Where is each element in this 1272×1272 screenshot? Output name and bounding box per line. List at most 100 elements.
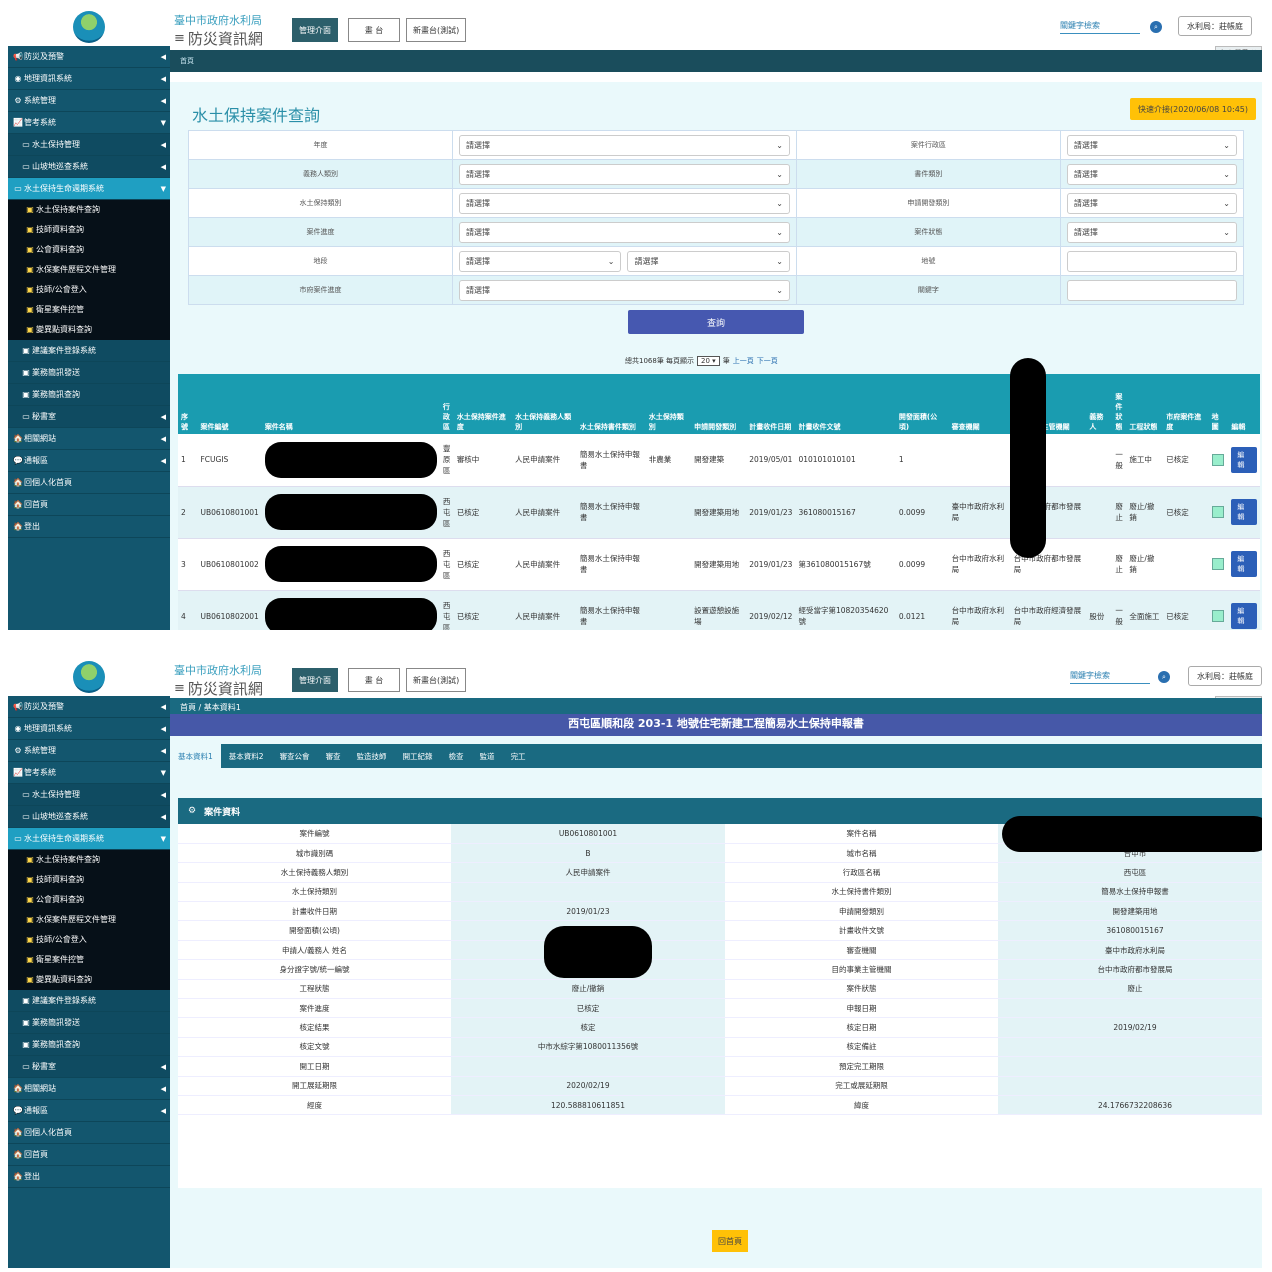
sidebar-item[interactable]: 🏠 相關網站 ◀ <box>8 1078 170 1100</box>
edit-button[interactable]: 編輯 <box>1231 603 1257 629</box>
wall-button[interactable]: 畫 台 <box>348 668 400 692</box>
map-icon[interactable] <box>1211 558 1224 570</box>
tab-item[interactable]: 審查 <box>318 744 349 768</box>
filter-select[interactable]: 請選擇 ⌄ <box>1066 134 1237 156</box>
sidebar-item[interactable]: 📢 防災及預警 ◀ <box>8 46 170 68</box>
sidebar-item[interactable]: ▣ 公會資料查詢 <box>8 890 170 910</box>
sidebar-item[interactable]: 🏠 相關網站 ◀ <box>8 428 170 450</box>
brand[interactable]: 臺中市政府水利局 ≡ 防災資訊網 <box>174 12 263 49</box>
menu-toggle-icon[interactable]: ≡ <box>174 31 185 46</box>
keyword-search-input[interactable]: 關鍵字檢索 <box>1070 670 1150 684</box>
map-icon[interactable] <box>1211 453 1224 466</box>
sidebar-item[interactable]: 🏠 回個人化首頁 <box>8 1122 170 1144</box>
column-header[interactable]: 地圖 <box>1208 374 1229 434</box>
tab-item[interactable]: 監造技師 <box>349 744 395 768</box>
sidebar-item[interactable]: ▭ 水土保持生命週期系統 ▼ <box>8 178 170 200</box>
keyword-search-input[interactable]: 關鍵字檢索 <box>1060 20 1140 34</box>
sidebar-item[interactable]: ▣ 水土保持案件查詢 <box>8 200 170 220</box>
sidebar-item[interactable]: ▣ 建議案件登錄系統 <box>8 340 170 362</box>
sidebar-item[interactable]: ▣ 水土保持案件查詢 <box>8 850 170 870</box>
filter-select[interactable]: 請選擇 ⌄ <box>1066 192 1237 214</box>
quick-link-button[interactable]: 快速介接(2020/06/08 10:45) <box>1130 98 1256 120</box>
filter-select[interactable]: 請選擇 ⌄ <box>627 250 790 272</box>
map-icon[interactable] <box>1211 610 1224 622</box>
tab-item[interactable]: 檢查 <box>441 744 472 768</box>
sidebar-item[interactable]: 📢 防災及預警 ◀ <box>8 696 170 718</box>
sidebar-item[interactable]: 💬 通報區 ◀ <box>8 1100 170 1122</box>
sidebar-item[interactable]: ▣ 業務簡訊發送 <box>8 362 170 384</box>
manage-button[interactable]: 管理介面 <box>292 668 338 692</box>
wall-test-button[interactable]: 新畫台(測試) <box>406 18 467 42</box>
page-size-select[interactable]: 20 ▾ <box>697 356 720 366</box>
sidebar-item[interactable]: ▣ 業務簡訊查詢 <box>8 1034 170 1056</box>
sidebar-item[interactable]: ▣ 技師資料查詢 <box>8 220 170 240</box>
sidebar-item[interactable]: ▣ 技師/公會登入 <box>8 930 170 950</box>
filter-text-input[interactable] <box>1066 279 1237 301</box>
column-header[interactable]: 水土保持案件進度 <box>453 374 513 434</box>
sidebar-item[interactable]: ▣ 公會資料查詢 <box>8 240 170 260</box>
sidebar-item[interactable]: ◉ 地理資訊系統 ◀ <box>8 68 170 90</box>
sidebar-item[interactable]: ▭ 水土保持管理 ◀ <box>8 784 170 806</box>
filter-select[interactable]: 請選擇 ⌄ <box>459 250 622 272</box>
sidebar-item[interactable]: ▣ 水保案件歷程文件管理 <box>8 910 170 930</box>
prev-page-link[interactable]: 上一頁 <box>733 356 754 366</box>
filter-text-input[interactable] <box>1066 250 1237 272</box>
sidebar-item[interactable]: ▣ 變異點資料查詢 <box>8 320 170 340</box>
brand[interactable]: 臺中市政府水利局 ≡ 防災資訊網 <box>174 662 263 699</box>
column-header[interactable]: 市府案件進度 <box>1163 374 1209 434</box>
edit-button[interactable]: 編輯 <box>1231 499 1257 525</box>
tab-item[interactable]: 審查公會 <box>272 744 318 768</box>
back-home-button[interactable]: 回首頁 <box>712 1230 748 1252</box>
filter-select[interactable]: 請選擇 ⌄ <box>1066 221 1237 243</box>
wall-test-button[interactable]: 新畫台(測試) <box>406 668 467 692</box>
sidebar-item[interactable]: ▣ 衛星案件控管 <box>8 950 170 970</box>
user-menu[interactable]: 水利局：莊帳庭 <box>1188 666 1262 686</box>
breadcrumb[interactable]: 首頁 <box>170 50 1262 72</box>
column-header[interactable]: 義務人 <box>1086 374 1113 434</box>
filter-select[interactable]: 請選擇 ⌄ <box>459 192 790 214</box>
sidebar-item[interactable]: ▣ 技師資料查詢 <box>8 870 170 890</box>
column-header[interactable]: 序號 <box>178 374 198 434</box>
sidebar-item[interactable]: 🏠 回首頁 <box>8 1144 170 1166</box>
search-icon[interactable]: ⌕ <box>1158 671 1170 683</box>
sidebar-item[interactable]: ▣ 水保案件歷程文件管理 <box>8 260 170 280</box>
tab-item[interactable]: 基本資料1 <box>170 744 221 768</box>
sidebar-item[interactable]: ▭ 秘書室 ◀ <box>8 1056 170 1078</box>
search-icon[interactable]: ⌕ <box>1150 21 1162 33</box>
column-header[interactable]: 編輯 <box>1228 374 1260 434</box>
sidebar-item[interactable]: ▣ 變異點資料查詢 <box>8 970 170 990</box>
column-header[interactable]: 工程狀態 <box>1126 374 1164 434</box>
sidebar-item[interactable]: ▭ 水土保持管理 ◀ <box>8 134 170 156</box>
column-header[interactable]: 水土保持書件類別 <box>576 374 646 434</box>
tab-item[interactable]: 監道 <box>472 744 503 768</box>
edit-button[interactable]: 編輯 <box>1231 446 1257 473</box>
sidebar-item[interactable]: 🏠 登出 <box>8 1166 170 1188</box>
next-page-link[interactable]: 下一頁 <box>757 356 778 366</box>
column-header[interactable]: 案件名稱 <box>261 374 440 434</box>
sidebar-item[interactable]: 💬 通報區 ◀ <box>8 450 170 472</box>
column-header[interactable]: 計畫收件文號 <box>795 374 896 434</box>
column-header[interactable]: 審查機關 <box>948 374 1011 434</box>
sidebar-item[interactable]: 📈 管考系統 ▼ <box>8 112 170 134</box>
column-header[interactable]: 水土保持義務人類別 <box>512 374 577 434</box>
sidebar-item[interactable]: ▭ 秘書室 ◀ <box>8 406 170 428</box>
filter-select[interactable]: 請選擇 ⌄ <box>459 221 790 243</box>
sidebar-item[interactable]: 🏠 回首頁 <box>8 494 170 516</box>
filter-select[interactable]: 請選擇 ⌄ <box>459 279 790 301</box>
sidebar-item[interactable]: 📈 管考系統 ▼ <box>8 762 170 784</box>
sidebar-item[interactable]: ▭ 水土保持生命週期系統 ▼ <box>8 828 170 850</box>
tab-item[interactable]: 完工 <box>503 744 534 768</box>
sidebar-item[interactable]: ⚙ 系統管理 ◀ <box>8 90 170 112</box>
sidebar-item[interactable]: ▣ 業務簡訊查詢 <box>8 384 170 406</box>
query-button[interactable]: 查詢 <box>628 310 804 334</box>
sidebar-item[interactable]: ▭ 山坡地巡查系統 ◀ <box>8 806 170 828</box>
column-header[interactable]: 行政區 <box>439 374 454 434</box>
column-header[interactable]: 計畫收件日期 <box>746 374 796 434</box>
filter-select[interactable]: 請選擇 ⌄ <box>459 134 790 156</box>
manage-button[interactable]: 管理介面 <box>292 18 338 42</box>
column-header[interactable]: 案件編號 <box>197 374 262 434</box>
sidebar-item[interactable]: ◉ 地理資訊系統 ◀ <box>8 718 170 740</box>
user-menu[interactable]: 水利局：莊帳庭 <box>1178 16 1252 36</box>
column-header[interactable]: 水土保持類別 <box>645 374 692 434</box>
sidebar-item[interactable]: ▣ 業務簡訊發送 <box>8 1012 170 1034</box>
